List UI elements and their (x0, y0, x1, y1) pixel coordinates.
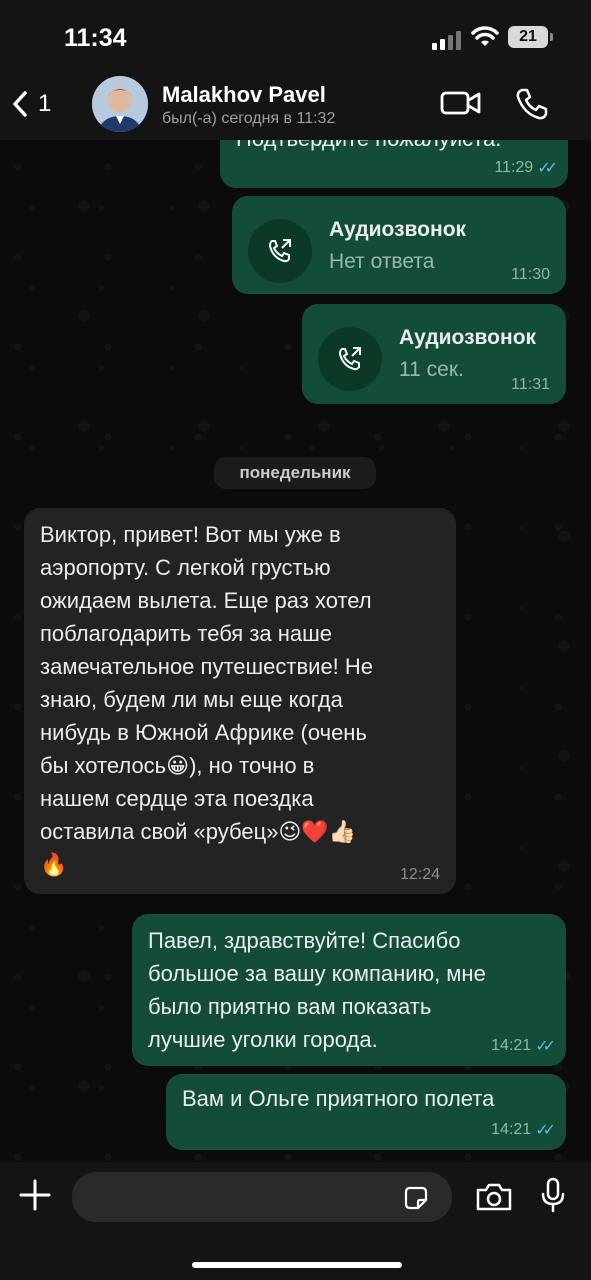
message-meta: 11:29 ✓✓ (494, 158, 558, 178)
avatar[interactable] (92, 76, 148, 132)
message-outgoing[interactable]: Подтвердите пожалуйста. 11:29 ✓✓ (220, 140, 568, 188)
phone-call-icon[interactable] (514, 86, 550, 122)
last-seen-status: был(-а) сегодня в 11:32 (162, 110, 336, 127)
message-composer (0, 1162, 591, 1280)
message-text: Виктор, привет! Вот мы уже в аэропорту. … (40, 522, 374, 877)
video-call-icon[interactable] (440, 88, 482, 118)
plus-icon[interactable] (18, 1178, 52, 1212)
wifi-icon (471, 26, 499, 46)
message-meta: 11:30 (511, 266, 550, 284)
back-button[interactable]: 1 (10, 84, 51, 124)
call-message[interactable]: Аудиозвонок 11 сек. 11:31 (302, 304, 566, 404)
message-time: 12:24 (399, 866, 440, 883)
cellular-signal-icon (432, 30, 462, 50)
message-time: 14:21 (491, 1037, 532, 1054)
read-ticks-icon: ✓✓ (537, 160, 558, 177)
message-time: 11:29 (494, 159, 534, 176)
camera-icon[interactable] (475, 1182, 513, 1212)
date-separator: понедельник (214, 457, 376, 489)
message-time: 11:30 (511, 266, 550, 283)
call-duration: 11 сек. (399, 358, 464, 381)
call-message[interactable]: Аудиозвонок Нет ответа 11:30 (232, 196, 566, 294)
call-title: Аудиозвонок (399, 326, 537, 349)
avatar-image (92, 76, 148, 132)
message-input[interactable] (72, 1172, 452, 1222)
message-meta: 14:21 ✓✓ (491, 1036, 556, 1056)
message-time: 11:31 (511, 376, 550, 393)
home-indicator (192, 1262, 402, 1268)
chevron-left-icon (13, 91, 27, 117)
message-text: Вам и Ольге приятного полета (182, 1086, 495, 1111)
status-time: 11:34 (64, 24, 127, 52)
battery-level: 21 (508, 26, 548, 48)
outgoing-call-icon (318, 327, 382, 391)
sticker-icon[interactable] (402, 1184, 430, 1212)
call-title: Аудиозвонок (329, 218, 467, 241)
message-outgoing[interactable]: Павел, здравствуйте! Спасибо большое за … (132, 914, 566, 1066)
outgoing-call-icon (248, 219, 312, 283)
message-time: 14:21 (491, 1121, 532, 1138)
microphone-icon[interactable] (540, 1176, 566, 1214)
message-meta: 11:31 (511, 376, 550, 394)
message-meta: 12:24 (400, 866, 440, 884)
unread-count: 1 (38, 90, 52, 117)
battery-tip (550, 33, 553, 41)
message-meta: 14:21 ✓✓ (491, 1120, 556, 1140)
contact-name[interactable]: Malakhov Pavel (162, 82, 326, 108)
call-status: Нет ответа (329, 250, 435, 273)
message-outgoing[interactable]: Вам и Ольге приятного полета 14:21 ✓✓ (166, 1074, 566, 1150)
message-text: Подтвердите пожалуйста. (236, 140, 501, 155)
chat-messages[interactable]: Подтвердите пожалуйста. 11:29 ✓✓ Аудиозв… (0, 140, 591, 1162)
read-ticks-icon: ✓✓ (535, 1122, 556, 1139)
read-ticks-icon: ✓✓ (535, 1038, 556, 1055)
message-incoming[interactable]: Виктор, привет! Вот мы уже в аэропорту. … (24, 508, 456, 894)
chat-header: 1 Malakhov Pavel был(-а) сегодня в 11:32 (0, 70, 591, 140)
status-bar: 11:34 21 (0, 0, 591, 70)
